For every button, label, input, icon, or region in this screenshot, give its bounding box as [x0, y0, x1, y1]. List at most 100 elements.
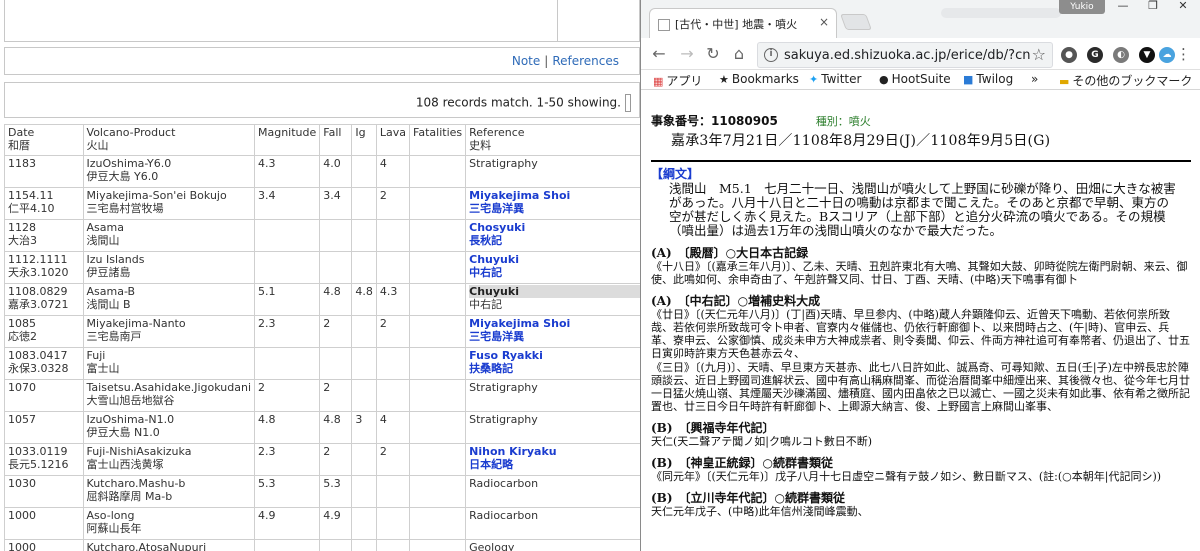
- back-icon[interactable]: ←: [649, 44, 669, 64]
- maximize-icon[interactable]: ❐: [1139, 0, 1167, 14]
- date-cell: 1183: [4, 155, 84, 188]
- kobun-text: 浅間山 M5.1 七月二十一日、浅間山が噴火して上野国に砂礫が降り、田畑に大きな…: [669, 181, 1176, 238]
- bookmark-hootsuite[interactable]: ● HootSuite: [879, 72, 951, 86]
- table-row[interactable]: 1083.0417 永保3.0328 Fuji 富士山 Fuso Ryakki 扶桑略記: [4, 347, 640, 380]
- ig-cell: [351, 187, 377, 220]
- bookmark-apps-label: アプリ: [666, 74, 703, 88]
- cell-product: Kutcharo.Mashu-b: [86, 477, 186, 490]
- table-row[interactable]: 1128 大治3 Asama 浅間山 Chosyuki 長秋記: [4, 219, 640, 252]
- date-cell: 1108.0829 嘉承3.0721: [4, 283, 84, 316]
- page-size-select[interactable]: [625, 94, 631, 112]
- profile-chip[interactable]: Yukio: [1059, 0, 1105, 14]
- fatalities-cell: [409, 251, 467, 284]
- lava-cell: [375, 539, 411, 551]
- cell-magnitude: 4.8: [258, 413, 276, 426]
- table-row[interactable]: 1000 Kutcharo.AtosaNupuri Geology: [4, 539, 640, 551]
- header-fatalities[interactable]: Fatalities: [409, 124, 467, 156]
- table-row[interactable]: 1070 Taisetsu.Asahidake.Jigokudani 大雪山旭岳地獄…: [4, 379, 640, 412]
- fall-cell: [319, 347, 353, 380]
- bookmarks-overflow[interactable]: »: [1031, 72, 1038, 86]
- cell-date-jp: 仁平4.10: [8, 202, 55, 215]
- table-row[interactable]: 1154.11 仁平4.10 Miyakejima-Son'ei Bokujo 三宅島…: [4, 187, 640, 220]
- cell-date: 1033.0119: [8, 445, 68, 458]
- close-window-icon[interactable]: ✕: [1169, 0, 1197, 14]
- ig-cell: [351, 347, 377, 380]
- extension-3-icon[interactable]: ◐: [1113, 47, 1129, 63]
- references-link[interactable]: References: [552, 54, 619, 68]
- cell-product-jp: 三宅島村営牧場: [86, 202, 164, 215]
- extension-2-icon[interactable]: G: [1087, 47, 1103, 63]
- header-reference[interactable]: Reference 史料: [465, 124, 640, 156]
- header-lava[interactable]: Lava: [375, 124, 411, 156]
- separator: |: [544, 54, 549, 68]
- minimize-icon[interactable]: —: [1109, 0, 1137, 14]
- table-row[interactable]: 1057 IzuOshima-N1.0 伊豆大島 N1.0 4.8 4.8 3 4 Strat…: [4, 411, 640, 444]
- ig-cell: 4.8: [351, 283, 377, 316]
- cell-reference[interactable]: Chuyuki: [469, 285, 640, 298]
- cell-reference-jp[interactable]: 中右記: [469, 298, 640, 311]
- bookmark-twitter[interactable]: ✦ Twitter: [809, 72, 861, 86]
- cell-product-jp: 伊豆大島 N1.0: [86, 426, 160, 439]
- forward-icon[interactable]: →: [677, 44, 697, 64]
- cell-date: 1128: [8, 221, 36, 234]
- bookmark-bookmarks[interactable]: ★ Bookmarks: [719, 72, 799, 86]
- header-product[interactable]: Volcano-Product 火山: [82, 124, 256, 156]
- magnitude-cell: [253, 251, 321, 284]
- table-row[interactable]: 1000 Aso-long 阿蘇山長年 4.9 4.9 Radiocarbon: [4, 507, 640, 540]
- cell-reference-jp[interactable]: 長秋記: [469, 234, 640, 247]
- header-fall[interactable]: Fall: [319, 124, 353, 156]
- new-tab-button[interactable]: [840, 14, 872, 30]
- cell-fall: 2: [323, 381, 331, 394]
- cell-reference-jp[interactable]: 日本紀略: [469, 458, 640, 471]
- record-page: 事象番号：11080905 種別：噴火 嘉承3年7月21日／1108年8月29日(…: [651, 112, 1191, 518]
- fall-cell: 4.8: [319, 411, 353, 444]
- home-icon[interactable]: ⌂: [729, 44, 749, 64]
- table-row[interactable]: 1085 応徳2 Miyakejima-Nanto 三宅島南戸 2.3 2 2 Miyakej…: [4, 315, 640, 348]
- table-row[interactable]: 1112.1111 天永3.1020 Izu Islands 伊豆諸島 Chuyuki 中…: [4, 251, 640, 284]
- info-icon[interactable]: i: [764, 48, 778, 62]
- cell-reference-jp[interactable]: 三宅島洋異: [469, 330, 640, 343]
- note-link[interactable]: Note: [512, 54, 540, 68]
- browser-tab[interactable]: [古代・中世] 地震・噴火 ×: [649, 8, 837, 38]
- close-tab-icon[interactable]: ×: [819, 15, 829, 29]
- magnitude-cell: 4.8: [253, 411, 321, 444]
- bookmark-other[interactable]: ▬ その他のブックマーク: [1059, 72, 1192, 89]
- table-row[interactable]: 1108.0829 嘉承3.0721 Asama-B 浅間山 B 5.1 4.8 4.8 4.…: [4, 283, 640, 316]
- address-bar[interactable]: i sakuya.ed.shizuoka.ac.jp/erice/db/?cn …: [757, 42, 1053, 68]
- table-row[interactable]: 1033.0119 長元5.1216 Fuji-NishiAsakizuka 富士山西…: [4, 443, 640, 476]
- table-row[interactable]: 1183 IzuOshima-Y6.0 伊豆大島 Y6.0 4.3 4.0 4 Strati…: [4, 155, 640, 188]
- cell-product-jp: 屈斜路摩周 Ma-b: [86, 490, 173, 503]
- cell-reference[interactable]: Nihon Kiryaku: [469, 445, 640, 458]
- header-magnitude[interactable]: Magnitude: [253, 124, 321, 156]
- star-icon[interactable]: ☆: [1032, 45, 1046, 64]
- cell-reference[interactable]: Chuyuki: [469, 253, 640, 266]
- header-date[interactable]: Date 和暦: [4, 124, 84, 156]
- cell-fall: 2: [323, 445, 331, 458]
- cell-reference[interactable]: Miyakejima Shoi: [469, 189, 640, 202]
- magnitude-cell: 5.1: [253, 283, 321, 316]
- cell-reference-jp[interactable]: 中右記: [469, 266, 640, 279]
- product-cell: Miyakejima-Nanto 三宅島南戸: [82, 315, 256, 348]
- cloud-extension-icon[interactable]: ☁: [1159, 47, 1175, 63]
- cell-reference-jp[interactable]: 三宅島洋異: [469, 202, 640, 215]
- menu-icon[interactable]: ⋮: [1176, 46, 1191, 62]
- cell-reference[interactable]: Fuso Ryakki: [469, 349, 640, 362]
- product-cell: Fuji-NishiAsakizuka 富士山西浅黄塚: [82, 443, 256, 476]
- url-text[interactable]: sakuya.ed.shizuoka.ac.jp/erice/db/?cn: [784, 48, 1030, 63]
- cell-reference[interactable]: Miyakejima Shoi: [469, 317, 640, 330]
- reload-icon[interactable]: ↻: [703, 44, 723, 64]
- extension-4-icon[interactable]: ▼: [1139, 47, 1155, 63]
- table-row[interactable]: 1030 Kutcharo.Mashu-b 屈斜路摩周 Ma-b 5.3 5.3 Radi…: [4, 475, 640, 508]
- header-ig[interactable]: Ig: [351, 124, 377, 156]
- cell-reference-jp[interactable]: 扶桑略記: [469, 362, 640, 375]
- extension-1-icon[interactable]: ●: [1061, 47, 1077, 63]
- reference-cell: Chuyuki 中右記: [465, 283, 640, 316]
- cell-date: 1183: [8, 157, 36, 170]
- bookmark-apps[interactable]: ▦ アプリ: [653, 72, 702, 89]
- date-cell: 1000: [4, 539, 84, 551]
- bookmark-twilog[interactable]: ■ Twilog: [963, 72, 1013, 86]
- cell-reference[interactable]: Chosyuki: [469, 221, 640, 234]
- cell-fall: 4.0: [323, 157, 341, 170]
- table-header-row: Date 和暦 Volcano-Product 火山 Magnitude Fall …: [4, 124, 640, 156]
- cell-product-jp: 浅間山: [86, 234, 120, 247]
